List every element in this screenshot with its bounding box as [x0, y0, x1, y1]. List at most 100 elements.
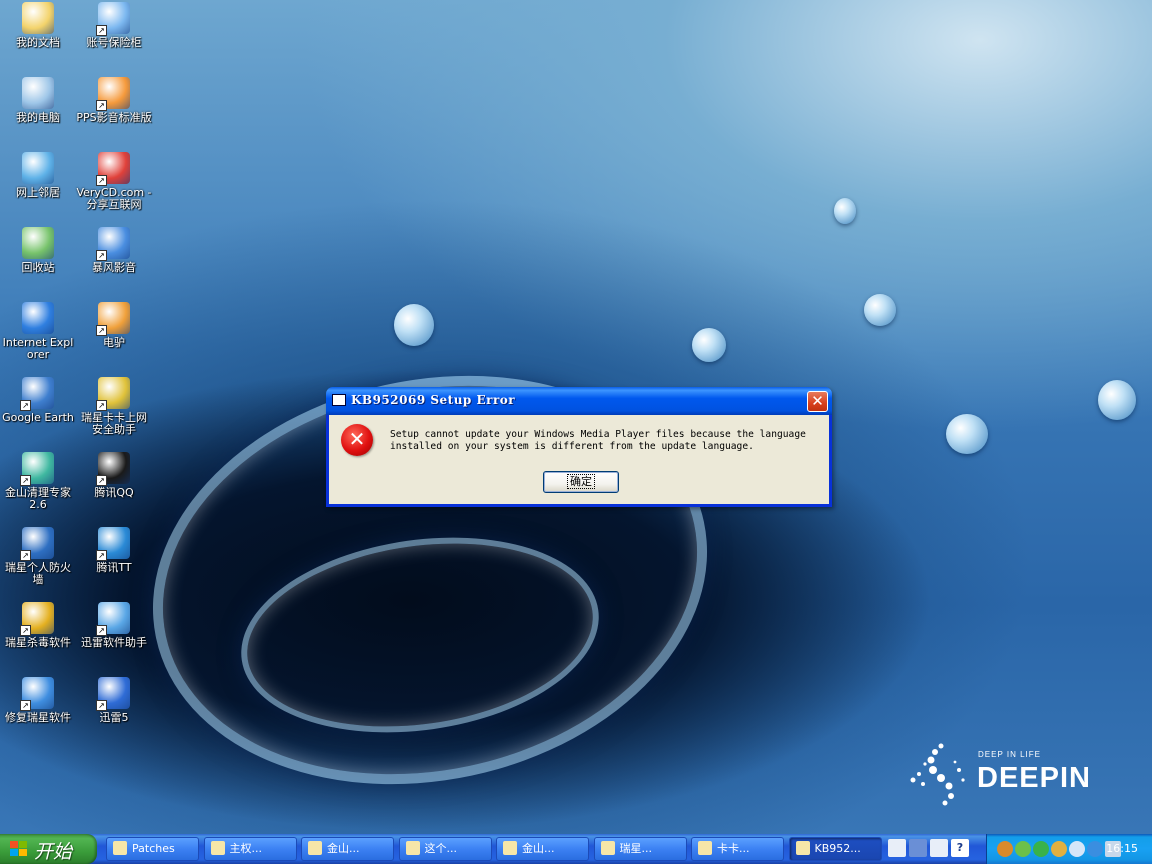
desktop-icon[interactable]: ↗ PPS影音标准版 [76, 77, 152, 124]
internet-explorer-icon [22, 302, 54, 334]
tencent-tt-icon: ↗ [96, 527, 130, 561]
shortcut-arrow-icon: ↗ [96, 25, 107, 36]
windows-logo-icon [10, 841, 28, 857]
desktop-icon[interactable]: ↗ 腾讯QQ [76, 452, 152, 499]
desktop-icon-label: 瑞星卡卡上网安全助手 [81, 411, 147, 436]
desktop-icon[interactable]: ↗ 腾讯TT [76, 527, 152, 574]
error-message: Setup cannot update your Windows Media P… [390, 429, 830, 453]
taskbar-button[interactable]: 卡卡... [691, 837, 784, 861]
tray-internet-icon[interactable] [1087, 841, 1103, 857]
window-icon [332, 394, 346, 406]
taskbar-button-label: 卡卡... [717, 842, 750, 855]
taskbar-button[interactable]: 金山... [301, 837, 394, 861]
taskbar-button-label: 金山... [327, 842, 360, 855]
kingsoft-cleaner-icon: ↗ [20, 452, 54, 486]
error-message-line: Setup cannot update your Windows Media P… [390, 429, 806, 440]
desktop-icon[interactable]: ↗ 迅雷软件助手 [76, 602, 152, 649]
taskbar-button-label: 主权... [229, 842, 263, 855]
help-icon[interactable]: ? [951, 839, 969, 857]
desktop-icon[interactable]: ↗ 瑞星个人防火墙 [0, 527, 76, 586]
logo-tagline: DEEP IN LIFE [978, 750, 1041, 759]
emule-icon: ↗ [96, 302, 130, 336]
rising-firewall-icon: ↗ [20, 527, 54, 561]
desktop-icon-label: 腾讯TT [96, 561, 132, 574]
tray-kingsoft-icon[interactable] [1015, 841, 1031, 857]
desktop-icon[interactable]: 我的文档 [0, 2, 76, 49]
shortcut-arrow-icon: ↗ [20, 550, 31, 561]
taskbar-button[interactable]: 这个... [398, 837, 492, 861]
desktop-icon[interactable]: ↗ 迅雷5 [76, 677, 152, 724]
desktop-icon[interactable]: ↗ VeryCD.com - 分享互联网 [76, 152, 152, 211]
thunder5-icon: ↗ [96, 677, 130, 711]
tray-rising-icon[interactable] [997, 841, 1013, 857]
water-droplet [864, 294, 896, 326]
taskbar-button-label: 瑞星... [619, 842, 653, 855]
taskbar-button-label: Patches [132, 842, 175, 855]
ok-button[interactable]: 确定 [543, 471, 619, 493]
thunder-assistant-icon: ↗ [96, 602, 130, 636]
desktop-icon-label: 账号保险柜 [86, 36, 142, 49]
keyboard-icon[interactable] [888, 839, 906, 857]
recycle-bin-icon [22, 227, 54, 259]
desktop-icon-label: 修复瑞星软件 [5, 711, 71, 724]
shortcut-arrow-icon: ↗ [96, 250, 107, 261]
start-button[interactable]: 开始 [0, 834, 97, 864]
tray-network-icon[interactable] [1069, 841, 1085, 857]
taskbar-button[interactable]: 主权... [203, 837, 297, 861]
tencent-qq-icon: ↗ [96, 452, 130, 486]
baofeng-player-icon: ↗ [96, 227, 130, 261]
taskbar-button-label: 金山... [522, 842, 555, 855]
water-droplet [1098, 380, 1136, 420]
shortcut-arrow-icon: ↗ [96, 700, 107, 711]
desktop-icon-label: PPS影音标准版 [76, 111, 152, 124]
pen-icon[interactable] [909, 839, 927, 857]
desktop-icon[interactable]: ↗ 金山清理专家2.6 [0, 452, 76, 511]
desktop-icon[interactable]: ↗ 暴风影音 [76, 227, 152, 274]
taskbar-button[interactable]: Patches [106, 837, 199, 861]
deepin-logo: DEEP IN LIFE DEEPIN [905, 740, 1095, 810]
dialog-titlebar[interactable]: KB952069 Setup Error ✕ [326, 387, 832, 415]
kingsoft-icon [308, 841, 322, 855]
shortcut-arrow-icon: ↗ [96, 550, 107, 561]
setup-error-dialog[interactable]: KB952069 Setup Error ✕ ✕ Setup cannot up… [326, 387, 832, 507]
desktop-icon[interactable]: ↗ 瑞星卡卡上网安全助手 [76, 377, 152, 436]
repair-rising-icon: ↗ [20, 677, 54, 711]
desktop-icon[interactable]: 我的电脑 [0, 77, 76, 124]
desktop-icon-label: 网上邻居 [16, 186, 60, 199]
desktop-icon[interactable]: ↗ 修复瑞星软件 [0, 677, 76, 724]
shortcut-arrow-icon: ↗ [96, 100, 107, 111]
desktop-icon[interactable]: ↗ 账号保险柜 [76, 2, 152, 49]
network-places-icon [22, 152, 54, 184]
desktop-icon-label: 我的电脑 [16, 111, 60, 124]
desktop-icon-label: 迅雷5 [99, 711, 129, 724]
ok-button-label: 确定 [567, 474, 595, 489]
my-documents-icon [22, 2, 54, 34]
desktop-icon[interactable]: ↗ Google Earth [0, 377, 76, 424]
dialog-title: KB952069 Setup Error [351, 393, 516, 407]
kingsoft-2-icon [503, 841, 517, 855]
taskbar-button-label: 这个... [424, 842, 458, 855]
taskbar-button[interactable]: 金山... [496, 837, 589, 861]
desktop-icon-label: 暴风影音 [92, 261, 136, 274]
ime-icon[interactable] [930, 839, 948, 857]
desktop-icon-label: Google Earth [2, 411, 74, 424]
tray-umbrella-icon[interactable] [1033, 841, 1049, 857]
water-droplet [394, 304, 434, 346]
desktop-icon-label: 我的文档 [16, 36, 60, 49]
shortcut-arrow-icon: ↗ [20, 700, 31, 711]
desktop-icon[interactable]: Internet Explorer [0, 302, 76, 361]
taskbar-button[interactable]: KB952... [788, 837, 882, 861]
desktop-icon[interactable]: ↗ 电驴 [76, 302, 152, 349]
desktop-icon[interactable]: 网上邻居 [0, 152, 76, 199]
taskbar-button-label: KB952... [814, 842, 861, 855]
desktop-icon[interactable]: 回收站 [0, 227, 76, 274]
taskbar-clock[interactable]: 16:15 [1106, 842, 1138, 855]
google-earth-icon: ↗ [20, 377, 54, 411]
desktop-icon[interactable]: ↗ 瑞星杀毒软件 [0, 602, 76, 649]
deepin-swirl-icon [910, 743, 965, 806]
tray-shield-icon[interactable] [1051, 841, 1067, 857]
close-button[interactable]: ✕ [807, 391, 828, 412]
shortcut-arrow-icon: ↗ [20, 400, 31, 411]
taskbar-button[interactable]: 瑞星... [593, 837, 687, 861]
taskbar: 开始 Patches 主权... 金山... 这个... 金山... 瑞星... 卡卡...… [0, 834, 1152, 864]
